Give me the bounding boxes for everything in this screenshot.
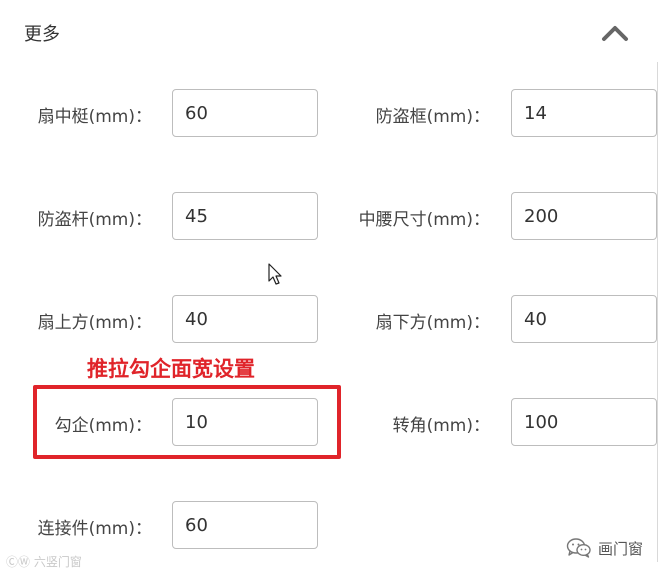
panel-divider <box>657 62 658 562</box>
chevron-up-icon <box>602 26 628 41</box>
field-label-lian-jie-jian: 连接件(mm)： <box>37 519 152 539</box>
shan-shang-fang-input[interactable] <box>172 295 318 343</box>
fang-dao-gan-input[interactable] <box>172 192 318 240</box>
wechat-icon <box>566 538 591 558</box>
annotation-label: 推拉勾企面宽设置 <box>87 357 255 381</box>
gou-qi-input[interactable] <box>172 398 318 446</box>
wechat-watermark: 画门窗 <box>566 536 643 560</box>
shan-xia-fang-input[interactable] <box>511 295 657 343</box>
field-label-zhong-yao-chi-cun: 中腰尺寸(mm)： <box>358 210 490 230</box>
zhong-yao-chi-cun-input[interactable] <box>511 192 657 240</box>
field-label-shan-xia-fang: 扇下方(mm)： <box>375 313 490 333</box>
shan-zhong-ting-input[interactable] <box>172 89 318 137</box>
wechat-account-name: 画门窗 <box>598 539 644 558</box>
watermark-left: ⒸⓌ 六竖门窗 <box>6 555 82 569</box>
lian-jie-jian-input[interactable] <box>172 501 318 549</box>
zhuan-jiao-input[interactable] <box>511 398 657 446</box>
collapse-button[interactable] <box>598 18 632 48</box>
field-label-fang-dao-kuang: 防盗框(mm)： <box>375 107 490 127</box>
more-section-header[interactable]: 更多 <box>0 0 671 66</box>
settings-panel: 更多 扇中梃(mm)： 防盗框(mm)： 防盗杆(mm)： 中腰尺寸(mm)： … <box>0 0 671 577</box>
field-label-fang-dao-gan: 防盗杆(mm)： <box>37 210 152 230</box>
mouse-cursor-icon <box>268 263 282 285</box>
field-label-shan-zhong-ting: 扇中梃(mm)： <box>37 107 152 127</box>
field-label-gou-qi: 勾企(mm)： <box>54 416 152 436</box>
field-label-zhuan-jiao: 转角(mm)： <box>392 416 490 436</box>
fang-dao-kuang-input[interactable] <box>511 89 657 137</box>
section-title: 更多 <box>24 24 60 45</box>
field-label-shan-shang-fang: 扇上方(mm)： <box>37 313 152 333</box>
